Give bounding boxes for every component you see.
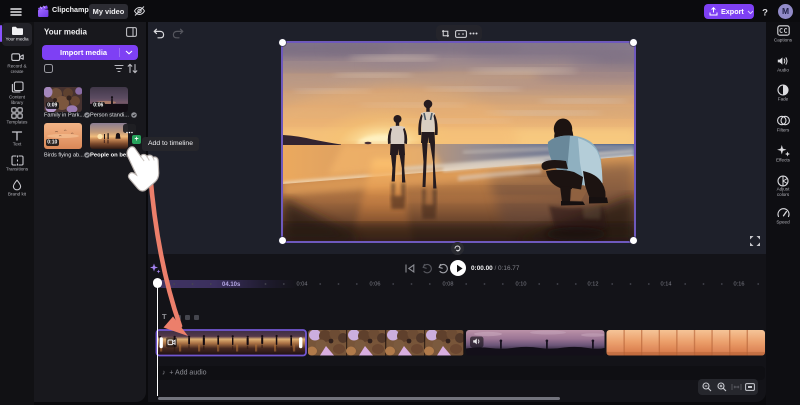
svg-text:?: ? — [762, 8, 768, 19]
